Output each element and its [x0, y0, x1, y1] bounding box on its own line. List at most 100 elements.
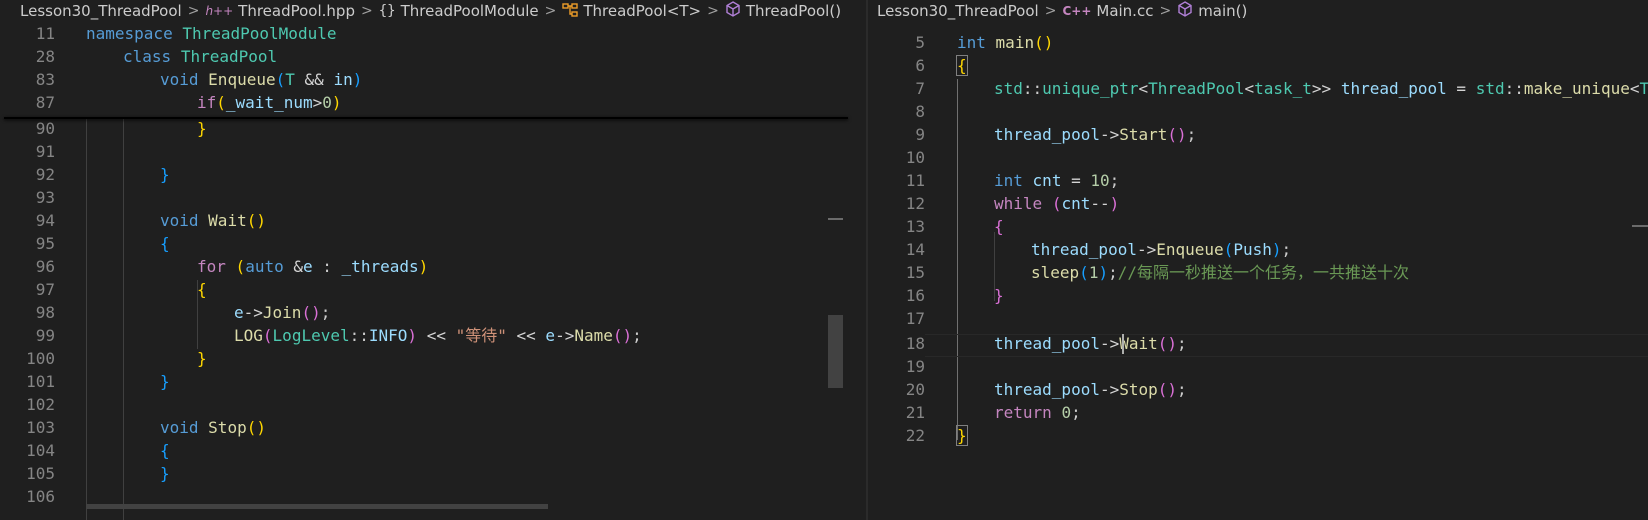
line-number: 103 — [26, 418, 55, 437]
hpp-file-icon: h++ — [205, 4, 234, 18]
line-number: 10 — [905, 148, 925, 167]
code-line[interactable]: 105} — [0, 462, 866, 485]
line-number: 98 — [35, 303, 55, 322]
code-text: sleep(1);//每隔一秒推送一个任务，一共推送十次 — [1031, 263, 1410, 282]
code-text: { — [197, 280, 207, 299]
code-line[interactable]: 6{ — [868, 54, 1648, 77]
breadcrumb-class-label: ThreadPool<T> — [583, 2, 702, 20]
line-number: 95 — [35, 234, 55, 253]
code-line[interactable]: 13 { — [868, 215, 1648, 238]
code-text: std::unique_ptr<ThreadPool<task_t>> thre… — [994, 79, 1648, 98]
overview-ruler-mark — [1632, 225, 1648, 227]
line-number: 28 — [35, 47, 55, 66]
line-number: 87 — [35, 93, 55, 112]
code-line[interactable]: 100} — [0, 347, 866, 370]
code-line[interactable]: 12 while (cnt--) — [868, 192, 1648, 215]
line-number: 105 — [26, 464, 55, 483]
line-number: 17 — [905, 309, 925, 328]
code-line[interactable]: 99 LOG(LogLevel::INFO) << "等待" << e->Name… — [0, 324, 866, 347]
line-number: 21 — [905, 403, 925, 422]
line-number: 99 — [35, 326, 55, 345]
code-text: } — [160, 372, 170, 391]
code-line[interactable]: 16} — [868, 284, 1648, 307]
breadcrumb-method[interactable]: main() — [1177, 1, 1247, 21]
code-line[interactable]: 19 — [868, 355, 1648, 378]
horizontal-scrollbar-thumb[interactable] — [86, 504, 548, 509]
line-number: 8 — [915, 102, 925, 121]
code-line[interactable]: 104 { — [0, 439, 866, 462]
code-line[interactable]: 101} — [0, 370, 866, 393]
code-line[interactable]: 95 { — [0, 232, 866, 255]
code-line[interactable]: 5 int main() — [868, 31, 1648, 54]
code-text: } — [160, 464, 170, 483]
code-line[interactable]: 9 thread_pool->Start(); — [868, 123, 1648, 146]
sticky-line[interactable]: 28 class ThreadPool — [0, 45, 866, 68]
sticky-line[interactable]: 83 void Enqueue(T && in) — [0, 68, 866, 91]
line-number: 92 — [35, 165, 55, 184]
code-line[interactable]: 96 for (auto &e : _threads) — [0, 255, 866, 278]
breadcrumb-file[interactable]: C++ Main.cc — [1062, 2, 1153, 20]
breadcrumb-class[interactable]: ThreadPool<T> — [562, 2, 701, 20]
code-text: } — [994, 286, 1004, 305]
code-text: thread_pool->Stop(); — [994, 380, 1187, 399]
code-line[interactable]: 7 std::unique_ptr<ThreadPool<task_t>> thr… — [868, 77, 1648, 100]
code-line[interactable]: 102 — [0, 393, 866, 416]
code-line[interactable]: 90} — [0, 117, 866, 140]
code-line[interactable]: 97 { — [0, 278, 866, 301]
line-number: 11 — [35, 24, 55, 43]
code-text: } — [956, 425, 968, 446]
breadcrumb-method-label: main() — [1198, 2, 1248, 20]
line-number: 18 — [905, 334, 925, 353]
breadcrumb-file[interactable]: h++ ThreadPool.hpp — [205, 2, 355, 20]
sticky-line[interactable]: 87 if(_wait_num>0) — [0, 91, 866, 114]
code-text: int main() — [957, 33, 1054, 52]
line-number: 93 — [35, 188, 55, 207]
breadcrumb-folder[interactable]: Lesson30_ThreadPool — [20, 2, 182, 20]
code-line[interactable]: 14 thread_pool->Enqueue(Push); — [868, 238, 1648, 261]
code-text: class ThreadPool — [123, 47, 278, 66]
line-number: 101 — [26, 372, 55, 391]
chevron-right-icon: > — [187, 3, 200, 19]
line-number: 11 — [905, 171, 925, 190]
code-line[interactable]: 21 return 0; — [868, 401, 1648, 424]
code-line[interactable]: 20 thread_pool->Stop(); — [868, 378, 1648, 401]
line-number: 104 — [26, 441, 55, 460]
code-line[interactable]: 91 — [0, 140, 866, 163]
breadcrumb-namespace[interactable]: {} ThreadPoolModule — [379, 2, 539, 20]
line-number: 102 — [26, 395, 55, 414]
code-line[interactable]: 22} — [868, 424, 1648, 447]
vertical-scrollbar-thumb[interactable] — [828, 315, 843, 388]
line-number: 90 — [35, 119, 55, 138]
cpp-file-icon: C++ — [1062, 4, 1092, 18]
code-line[interactable]: 15 sleep(1);//每隔一秒推送一个任务，一共推送十次 — [868, 261, 1648, 284]
code-line[interactable]: 92} — [0, 163, 866, 186]
code-line[interactable]: 10 — [868, 146, 1648, 169]
code-line[interactable]: 103 void Stop() — [0, 416, 866, 439]
chevron-right-icon: > — [544, 3, 557, 19]
line-number: 9 — [915, 125, 925, 144]
sticky-line[interactable]: 11 namespace ThreadPoolModule — [0, 22, 866, 45]
breadcrumb-file-label: Main.cc — [1096, 2, 1154, 20]
overview-ruler-mark — [828, 218, 843, 220]
breadcrumb-method-label: ThreadPool() — [745, 2, 842, 20]
code-line[interactable]: 17 — [868, 307, 1648, 330]
code-text: } — [197, 349, 207, 368]
left-editor-pane[interactable]: Lesson30_ThreadPool > h++ ThreadPool.hpp … — [0, 0, 866, 520]
code-line[interactable]: 18 thread_pool->Wait(); — [868, 332, 1648, 355]
code-text: thread_pool->Enqueue(Push); — [1031, 240, 1292, 259]
line-number: 22 — [905, 426, 925, 445]
code-line[interactable]: 93 — [0, 186, 866, 209]
breadcrumb-folder-label: Lesson30_ThreadPool — [20, 2, 182, 20]
code-text: namespace ThreadPoolModule — [86, 24, 337, 43]
right-editor-pane[interactable]: Lesson30_ThreadPool > C++ Main.cc > main(… — [868, 0, 1648, 520]
code-line[interactable]: 98 e->Join(); — [0, 301, 866, 324]
breadcrumb-folder-label: Lesson30_ThreadPool — [877, 2, 1039, 20]
code-line[interactable]: 8 — [868, 100, 1648, 123]
code-text: if(_wait_num>0) — [197, 93, 342, 112]
breadcrumb-folder[interactable]: Lesson30_ThreadPool — [877, 2, 1039, 20]
line-number: 91 — [35, 142, 55, 161]
code-line[interactable]: 94 void Wait() — [0, 209, 866, 232]
line-number: 20 — [905, 380, 925, 399]
breadcrumb-method[interactable]: ThreadPool() — [725, 1, 841, 21]
code-line[interactable]: 11 int cnt = 10; — [868, 169, 1648, 192]
